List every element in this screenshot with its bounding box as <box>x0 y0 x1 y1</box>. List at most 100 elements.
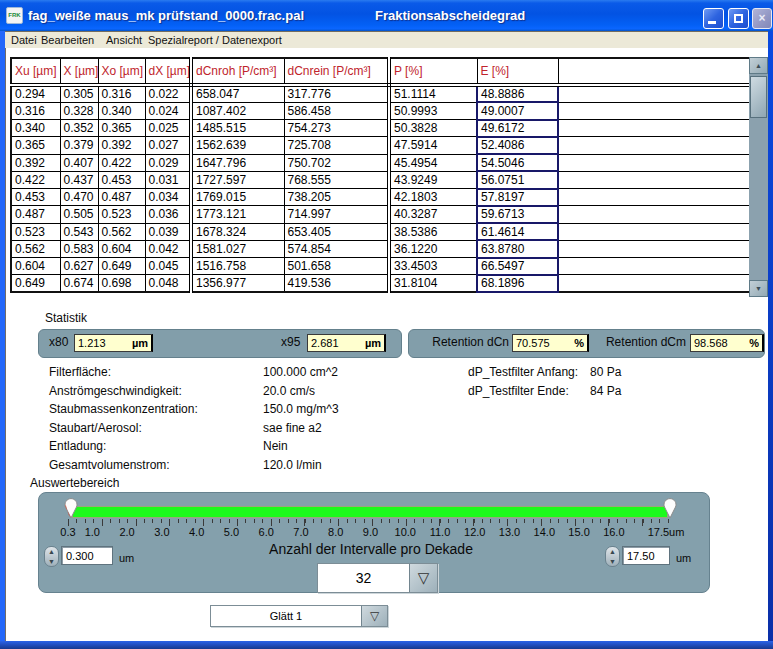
table-cell[interactable]: 0.039 <box>145 223 191 240</box>
table-cell[interactable]: 1727.597 <box>191 171 284 188</box>
table-cell[interactable]: 0.031 <box>145 171 191 188</box>
x95-field[interactable]: 2.681 µm <box>307 334 386 352</box>
table-cell[interactable]: 501.658 <box>284 258 389 275</box>
table-cell[interactable]: 36.1220 <box>389 240 477 257</box>
table-cell[interactable]: 0.453 <box>98 171 145 188</box>
slider-handle-min[interactable] <box>64 497 78 519</box>
table-cell[interactable]: 63.8780 <box>477 240 558 257</box>
min-value-field[interactable]: 0.300 <box>61 546 113 565</box>
menu-item-datei[interactable]: Datei <box>11 34 37 46</box>
table-cell[interactable]: 0.048 <box>145 275 191 292</box>
table-cell[interactable]: 754.273 <box>284 120 389 137</box>
table-cell[interactable]: 1516.758 <box>191 258 284 275</box>
table-cell[interactable] <box>558 240 750 257</box>
table-cell[interactable]: 0.437 <box>60 171 98 188</box>
table-cell[interactable]: 750.702 <box>284 154 389 171</box>
table-cell[interactable] <box>558 223 750 240</box>
table-cell[interactable]: 0.316 <box>11 102 60 119</box>
table-cell[interactable]: 33.4503 <box>389 258 477 275</box>
table-cell[interactable]: 0.562 <box>98 223 145 240</box>
table-cell[interactable]: 0.604 <box>11 258 60 275</box>
table-cell[interactable] <box>558 275 750 292</box>
table-cell[interactable]: 0.365 <box>98 120 145 137</box>
table-cell[interactable]: 1087.402 <box>191 102 284 119</box>
close-button[interactable]: × <box>752 8 772 29</box>
menu-item-bearbeiten[interactable]: Bearbeiten <box>41 34 94 46</box>
table-cell[interactable]: 42.1803 <box>389 189 477 206</box>
table-cell[interactable]: 1647.796 <box>191 154 284 171</box>
table-cell[interactable]: 0.305 <box>60 85 98 102</box>
table-cell[interactable]: 45.4954 <box>389 154 477 171</box>
table-cell[interactable]: 0.407 <box>60 154 98 171</box>
table-cell[interactable]: 419.536 <box>284 275 389 292</box>
table-cell[interactable]: 1356.977 <box>191 275 284 292</box>
menu-item-spezialreport-datenexport[interactable]: Spezialreport / Datenexport <box>148 34 282 46</box>
table-cell[interactable]: 50.9993 <box>389 102 477 119</box>
table-cell[interactable]: 57.8197 <box>477 189 558 206</box>
table-cell[interactable]: 0.029 <box>145 154 191 171</box>
x80-field[interactable]: 1.213 µm <box>74 334 153 352</box>
table-cell[interactable]: 66.5497 <box>477 258 558 275</box>
table-cell[interactable]: 0.523 <box>98 206 145 223</box>
table-cell[interactable]: 48.8886 <box>477 85 558 102</box>
glatt-dropdown-button[interactable]: ▽ <box>361 606 387 626</box>
retention-dcn-field[interactable]: 70.575 % <box>512 334 589 352</box>
table-cell[interactable]: 59.6713 <box>477 206 558 223</box>
table-cell[interactable]: 0.392 <box>98 137 145 154</box>
range-slider-track[interactable] <box>72 506 668 518</box>
table-cell[interactable]: 49.0007 <box>477 102 558 119</box>
table-cell[interactable]: 61.4614 <box>477 223 558 240</box>
scroll-up-button[interactable]: ▲ <box>749 57 768 74</box>
slider-handle-max[interactable] <box>663 497 677 519</box>
table-cell[interactable]: 0.022 <box>145 85 191 102</box>
scroll-thumb[interactable] <box>750 76 767 118</box>
table-cell[interactable]: 0.352 <box>60 120 98 137</box>
table-cell[interactable]: 0.453 <box>11 189 60 206</box>
table-cell[interactable]: 768.555 <box>284 171 389 188</box>
table-cell[interactable]: 1581.027 <box>191 240 284 257</box>
table-cell[interactable]: 0.649 <box>11 275 60 292</box>
table-cell[interactable]: 0.562 <box>11 240 60 257</box>
table-cell[interactable]: 1485.515 <box>191 120 284 137</box>
menu-item-ansicht[interactable]: Ansicht <box>106 34 142 46</box>
table-cell[interactable]: 0.294 <box>11 85 60 102</box>
table-cell[interactable]: 1769.015 <box>191 189 284 206</box>
table-cell[interactable]: 0.042 <box>145 240 191 257</box>
table-cell[interactable] <box>558 85 750 102</box>
retention-dcm-field[interactable]: 98.568 % <box>690 334 764 352</box>
table-cell[interactable]: 725.708 <box>284 137 389 154</box>
table-cell[interactable]: 0.604 <box>98 240 145 257</box>
scroll-down-button[interactable]: ▼ <box>749 280 768 297</box>
table-cell[interactable]: 0.487 <box>98 189 145 206</box>
table-cell[interactable]: 658.047 <box>191 85 284 102</box>
table-cell[interactable]: 47.5914 <box>389 137 477 154</box>
glatt-dropdown[interactable]: Glätt 1 ▽ <box>210 605 388 627</box>
table-cell[interactable] <box>558 120 750 137</box>
max-spinner[interactable]: ▲▼ <box>605 546 620 567</box>
table-cell[interactable]: 0.583 <box>60 240 98 257</box>
table-cell[interactable]: 1678.324 <box>191 223 284 240</box>
table-cell[interactable]: 49.6172 <box>477 120 558 137</box>
table-cell[interactable]: 738.205 <box>284 189 389 206</box>
table-cell[interactable]: 0.036 <box>145 206 191 223</box>
min-spinner[interactable]: ▲▼ <box>44 546 59 567</box>
table-cell[interactable]: 0.365 <box>11 137 60 154</box>
table-cell[interactable]: 52.4086 <box>477 137 558 154</box>
table-cell[interactable]: 0.340 <box>98 102 145 119</box>
table-cell[interactable]: 51.1114 <box>389 85 477 102</box>
table-cell[interactable]: 0.422 <box>98 154 145 171</box>
table-cell[interactable]: 1773.121 <box>191 206 284 223</box>
table-cell[interactable]: 38.5386 <box>389 223 477 240</box>
table-cell[interactable]: 40.3287 <box>389 206 477 223</box>
table-cell[interactable]: 0.523 <box>11 223 60 240</box>
table-cell[interactable]: 0.505 <box>60 206 98 223</box>
table-cell[interactable]: 0.543 <box>60 223 98 240</box>
table-cell[interactable]: 1562.639 <box>191 137 284 154</box>
table-cell[interactable]: 0.025 <box>145 120 191 137</box>
table-cell[interactable]: 50.3828 <box>389 120 477 137</box>
table-cell[interactable]: 68.1896 <box>477 275 558 292</box>
table-cell[interactable] <box>558 258 750 275</box>
table-cell[interactable]: 54.5046 <box>477 154 558 171</box>
table-cell[interactable]: 0.674 <box>60 275 98 292</box>
table-cell[interactable]: 317.776 <box>284 85 389 102</box>
